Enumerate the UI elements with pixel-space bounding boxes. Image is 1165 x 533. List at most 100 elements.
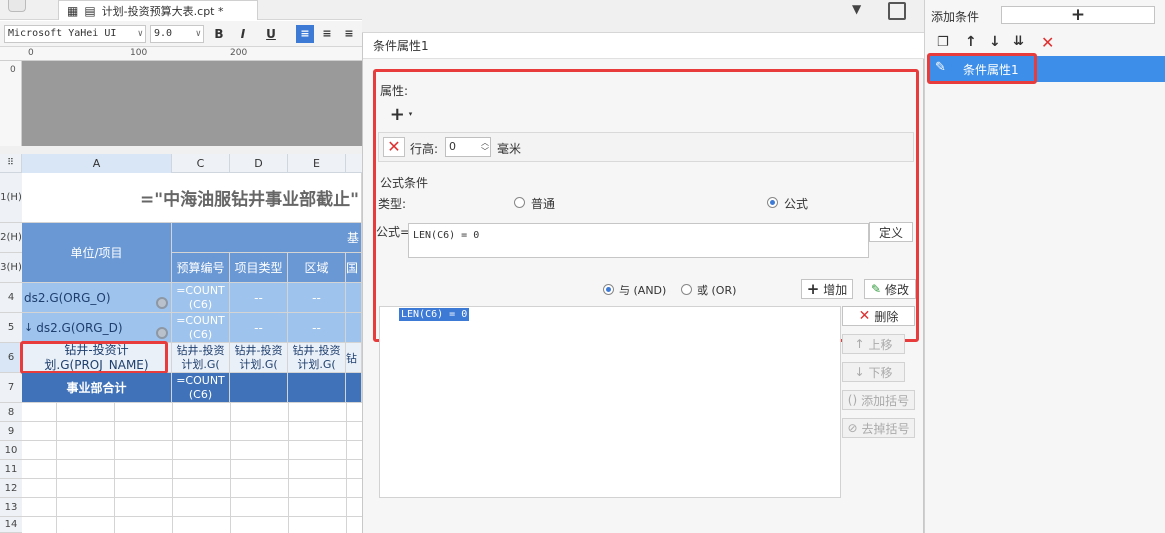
row-header-5[interactable]: 5 [0, 313, 22, 343]
column-header-d[interactable]: D [230, 154, 288, 173]
and-radio[interactable] [603, 284, 614, 295]
arrow-down-icon[interactable]: ↓ [989, 34, 1001, 50]
row-header-4[interactable]: 4 [0, 283, 22, 313]
header-group-cell[interactable]: 基 [172, 223, 362, 253]
expand-panel-icon[interactable] [888, 2, 906, 20]
cell-a4[interactable]: ds2.G(ORG_O) [22, 283, 172, 313]
cell-d7[interactable] [230, 373, 288, 403]
cell-f6[interactable]: 钻 [346, 343, 362, 373]
column-header-a[interactable]: A [22, 154, 172, 173]
row-header-3[interactable]: 3(H) [0, 253, 22, 283]
cell-e6[interactable]: 钻井-投资计划.G( [288, 343, 346, 373]
modify-condition-button[interactable]: ✎ 修改 [864, 279, 916, 299]
add-paren-label: 添加括号 [861, 393, 910, 408]
paren-icon: () [847, 393, 858, 407]
grid-icon: ▦ [67, 3, 79, 18]
row-header-10[interactable]: 10 [0, 441, 22, 460]
cell-c4[interactable]: =COUNT(C6) [172, 283, 230, 313]
modify-icon: ✎ [870, 282, 882, 296]
column-header-e[interactable]: E [288, 154, 346, 173]
or-radio[interactable] [681, 284, 692, 295]
font-family-select[interactable]: Microsoft YaHei UI ∨ [4, 25, 146, 43]
row-height-input[interactable]: 0 ︿ ﹀ [445, 137, 491, 157]
row-header-2[interactable]: 2(H) [0, 223, 22, 253]
plus-icon: + [806, 280, 820, 298]
font-size-select[interactable]: 9.0 ∨ [150, 25, 204, 43]
plus-icon: + [1070, 5, 1086, 25]
corner-cell[interactable]: ⠿ [0, 154, 22, 173]
condition-list[interactable] [379, 306, 841, 498]
close-icon[interactable]: ✕ [1041, 33, 1054, 52]
italic-button[interactable]: I [234, 25, 252, 43]
vertical-ruler: 0 [0, 61, 22, 146]
row-header-13[interactable]: 13 [0, 498, 22, 517]
cell-d5[interactable]: -- [230, 313, 288, 343]
cell-c6[interactable]: 钻井-投资计划.G( [172, 343, 230, 373]
row-header-9[interactable]: 9 [0, 422, 22, 441]
condition-list-item[interactable]: LEN(C6) = 0 [399, 308, 470, 321]
row-header-11[interactable]: 11 [0, 460, 22, 479]
bold-button[interactable]: B [210, 25, 228, 43]
align-right-icon[interactable]: ≡ [340, 25, 358, 43]
remove-paren-icon: ⊘ [847, 421, 858, 435]
app-menu-icon[interactable] [8, 0, 26, 12]
type-formula-radio[interactable] [767, 197, 778, 208]
attr-section-label: 属性: [380, 84, 409, 98]
row-header-14[interactable]: 14 [0, 517, 22, 533]
row-header-6[interactable]: 6 [0, 343, 22, 373]
row-height-value: 0 [449, 140, 456, 153]
delete-button-label: 删除 [874, 309, 899, 324]
header-country[interactable]: 国 [346, 253, 362, 283]
chevron-down-icon: ∨ [137, 29, 143, 39]
type-normal-radio[interactable] [514, 197, 525, 208]
row-header-8[interactable]: 8 [0, 403, 22, 422]
align-left-icon[interactable]: ≡ [296, 25, 314, 43]
add-condition-panel-button[interactable]: + [1001, 5, 1155, 25]
formula-input[interactable]: LEN(C6) = 0 [408, 223, 869, 258]
header-unit-cell[interactable]: 单位/项目 [22, 223, 172, 283]
paint-icon[interactable]: ▼ [852, 2, 861, 16]
move-up-button[interactable]: ↑ 上移 [842, 334, 905, 354]
empty-grid[interactable] [22, 403, 362, 533]
editor-tab-bar: ▦ ▤ 计划-投资预算大表.cpt * [0, 0, 362, 20]
cell-e4[interactable]: -- [288, 283, 346, 313]
row-header-7[interactable]: 7 [0, 373, 22, 403]
remove-attribute-icon[interactable]: ✕ [383, 137, 405, 157]
row-height-label: 行高: [410, 142, 439, 156]
cell-d6[interactable]: 钻井-投资计划.G( [230, 343, 288, 373]
add-attribute-button[interactable]: + ▾ [387, 104, 415, 125]
title-cell[interactable]: ="中海油服钻井事业部截止" [22, 173, 362, 223]
cell-a7[interactable]: 事业部合计 [22, 373, 172, 403]
copy-icon[interactable]: ❐ [937, 35, 949, 50]
cell-c5[interactable]: =COUNT(C6) [172, 313, 230, 343]
row-header-12[interactable]: 12 [0, 479, 22, 498]
header-project-type[interactable]: 项目类型 [230, 253, 288, 283]
formula-label: 公式= [376, 225, 411, 239]
header-region[interactable]: 区域 [288, 253, 346, 283]
underline-button[interactable]: U [262, 25, 280, 43]
gear-icon[interactable] [156, 327, 168, 339]
cell-e5[interactable]: -- [288, 313, 346, 343]
add-paren-button[interactable]: () 添加括号 [842, 390, 915, 410]
arrow-up-icon[interactable]: ↑ [965, 34, 977, 50]
spinner-icon[interactable]: ︿ ﹀ [481, 138, 489, 156]
define-button[interactable]: 定义 [869, 222, 913, 242]
cell-f4[interactable] [346, 283, 362, 313]
cell-f7[interactable] [346, 373, 362, 403]
cell-e7[interactable] [288, 373, 346, 403]
header-budget-no[interactable]: 预算编号 [172, 253, 230, 283]
cell-f5[interactable] [346, 313, 362, 343]
cell-c7[interactable]: =COUNT(C6) [172, 373, 230, 403]
file-tab[interactable]: ▦ ▤ 计划-投资预算大表.cpt * [58, 0, 258, 20]
align-center-icon[interactable]: ≡ [318, 25, 336, 43]
gear-icon[interactable] [156, 297, 168, 309]
move-bottom-icon[interactable]: ⇊ [1013, 34, 1024, 49]
cell-d4[interactable]: -- [230, 283, 288, 313]
column-header-c[interactable]: C [172, 154, 230, 173]
cell-a5[interactable]: ↓ ds2.G(ORG_D) [22, 313, 172, 343]
move-down-button[interactable]: ↓ 下移 [842, 362, 905, 382]
delete-condition-button[interactable]: ✕ 删除 [842, 306, 915, 326]
row-header-1[interactable]: 1(H) [0, 173, 22, 223]
remove-paren-button[interactable]: ⊘ 去掉括号 [842, 418, 915, 438]
add-condition-button[interactable]: + 增加 [801, 279, 853, 299]
